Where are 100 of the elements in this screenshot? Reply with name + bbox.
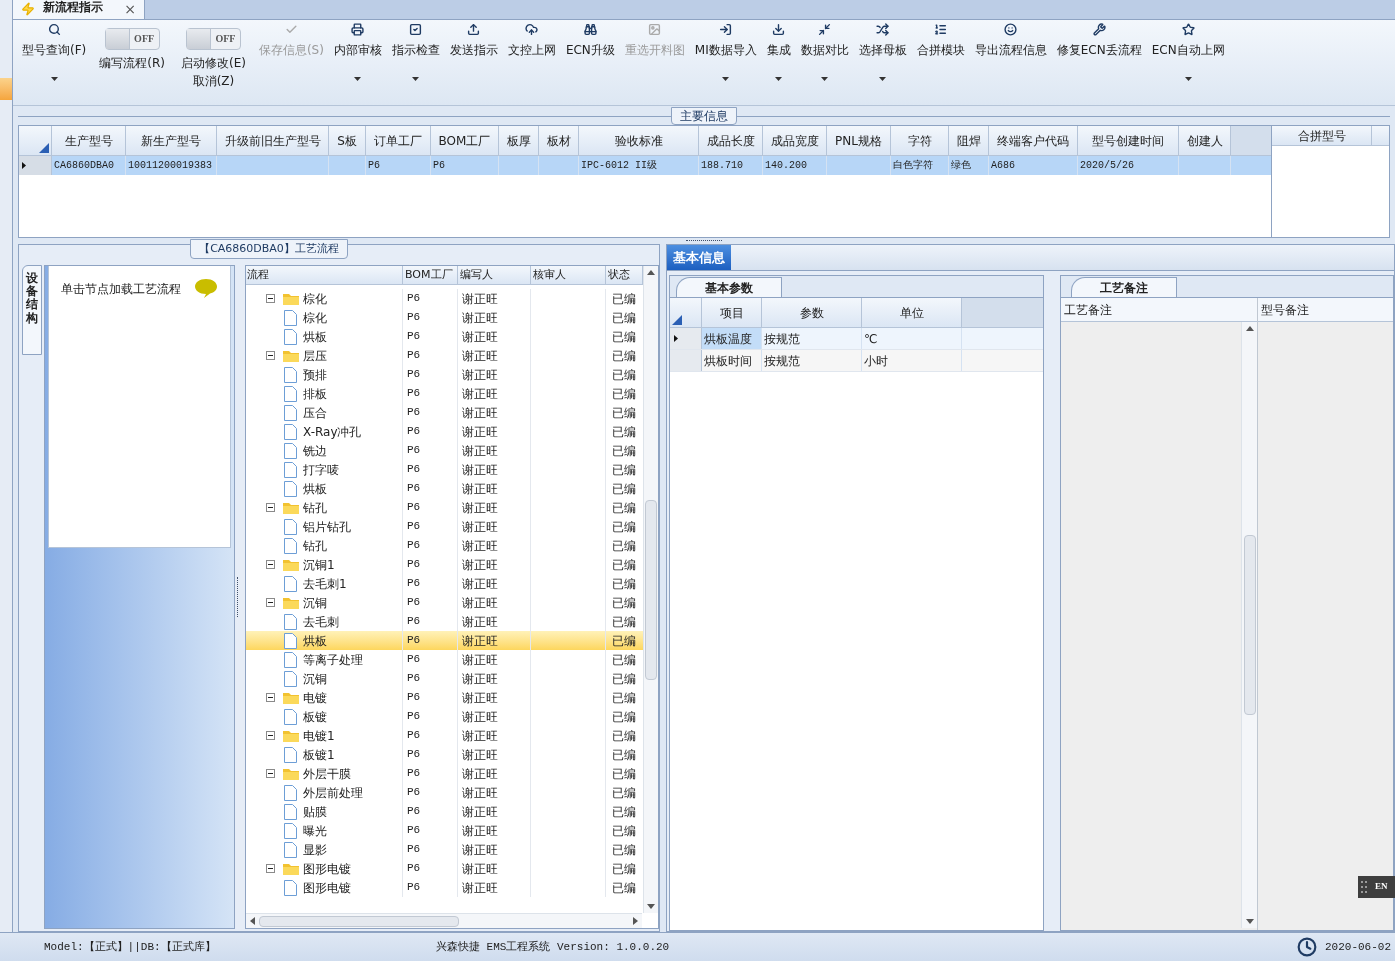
column-header[interactable]: 订单工厂 (366, 126, 431, 155)
list-icon (934, 23, 948, 36)
column-header[interactable]: BOM工厂 (431, 126, 499, 155)
corner-triangle-icon[interactable] (672, 315, 682, 325)
column-header[interactable]: 终端客户代码 (989, 126, 1078, 155)
scroll-thumb[interactable] (259, 915, 459, 927)
column-header[interactable]: 升级前旧生产型号 (217, 126, 329, 155)
scroll-right-icon[interactable] (633, 917, 638, 925)
scroll-up-icon[interactable] (647, 270, 655, 275)
column-header[interactable]: 参数 (762, 298, 862, 327)
corner-triangle-icon[interactable] (39, 143, 49, 153)
folder-icon (283, 501, 299, 514)
toggle-switch[interactable]: OFF (104, 28, 160, 50)
toolbar-button[interactable]: 选择母板 (853, 20, 912, 102)
document-icon (284, 442, 297, 459)
login-icon (719, 23, 733, 36)
column-header[interactable]: 工艺备注 (1061, 298, 1257, 322)
column-header[interactable]: 板材 (539, 126, 579, 155)
column-header[interactable]: 型号创建时间 (1078, 126, 1179, 155)
tree-node-label: 钻孔 (303, 499, 327, 517)
close-button[interactable]: × (124, 2, 136, 16)
toolbar-button[interactable]: 修复ECN丢流程 (1051, 20, 1147, 102)
table-cell-text: 谢正旺 (462, 632, 498, 650)
toggle-switch[interactable]: OFF (185, 28, 241, 50)
tab-title: 新流程指示 (43, 1, 103, 13)
toolbar-button[interactable]: MI数据导入 (689, 20, 762, 102)
scroll-up-icon[interactable] (1245, 326, 1254, 331)
document-tab[interactable]: 新流程指示 × (13, 0, 145, 19)
table-cell-text: P6 (407, 823, 421, 839)
table-cell-text: 已编 (612, 727, 636, 745)
table-row[interactable]: 烘板温度 按规范 ℃ (670, 328, 1043, 350)
toolbar-button[interactable]: 导出流程信息 (969, 20, 1052, 102)
tree-row[interactable]: 烘板 P6 谢正旺 已编 (246, 631, 643, 650)
toolbar-button[interactable]: 文控上网 (502, 20, 561, 102)
column-header[interactable]: 成品长度 (699, 126, 763, 155)
toolbar-button[interactable]: 发送指示 (444, 20, 503, 102)
column-header[interactable]: 流程 (246, 266, 403, 284)
column-header[interactable]: 型号备注 (1258, 298, 1393, 322)
scroll-thumb[interactable] (645, 499, 657, 680)
collapse-icon[interactable] (266, 560, 275, 569)
toolbar-button[interactable]: 集成 (761, 20, 796, 102)
toolbar-button[interactable]: 内部审核 (328, 20, 387, 102)
table-cell-text: CA6860DBA0 (54, 159, 114, 173)
horizontal-scrollbar[interactable] (246, 913, 642, 928)
column-header[interactable]: 板厚 (499, 126, 539, 155)
column-header[interactable]: 成品宽度 (763, 126, 827, 155)
table-cell-text: 2020/5/26 (1080, 159, 1134, 173)
table-row[interactable]: 烘板时间 按规范 小时 (670, 350, 1043, 372)
tree-node-label: 沉铜 (303, 670, 327, 688)
scroll-down-icon[interactable] (1245, 919, 1254, 924)
table-cell-text: 谢正旺 (462, 746, 498, 764)
column-header[interactable]: PNL规格 (827, 126, 891, 155)
tree-node-label: X-Ray冲孔 (303, 423, 362, 441)
table-cell-text: 已编 (612, 347, 636, 365)
collapse-icon[interactable] (266, 598, 275, 607)
folder-icon (283, 292, 299, 305)
collapse-icon[interactable] (266, 351, 275, 360)
toolbar-button[interactable]: 型号查询(F) (17, 20, 92, 102)
column-header[interactable]: BOM工厂 (403, 266, 458, 284)
notes-tab[interactable]: 工艺备注 (1071, 277, 1177, 297)
column-header[interactable]: 生产型号 (52, 126, 126, 155)
scroll-down-icon[interactable] (647, 904, 655, 909)
toolbar-button[interactable]: 指示检查 (386, 20, 445, 102)
vertical-scrollbar[interactable] (1241, 322, 1257, 928)
table-row[interactable]: CA6860DBA0 10011200019383 P6 P6 IPC-6012 II级 188.710 140.200 白色字符 绿色 A686 2020/5/26 (19, 156, 1271, 175)
table-cell-text: P6 (407, 348, 421, 364)
toolbar-button[interactable]: 数据对比 (795, 20, 854, 102)
scroll-left-icon[interactable] (250, 917, 255, 925)
info-tab[interactable]: 基本信息 (667, 245, 731, 270)
tree-node-label: 去毛刺 (303, 613, 339, 631)
collapse-icon[interactable] (266, 731, 275, 740)
column-header[interactable]: 字符 (891, 126, 949, 155)
search-icon (47, 23, 61, 36)
collapse-icon[interactable] (266, 769, 275, 778)
collapse-icon[interactable] (266, 693, 275, 702)
column-header[interactable]: S板 (329, 126, 366, 155)
status-date: 2020-06-02 (1325, 939, 1391, 955)
column-header[interactable]: 新生产型号 (126, 126, 217, 155)
column-header[interactable]: 阻焊 (949, 126, 989, 155)
collapse-icon[interactable] (266, 294, 275, 303)
wrench-icon (1092, 23, 1106, 36)
panel-title: 【CA6860DBA0】工艺流程 (190, 239, 348, 259)
column-header[interactable]: 验收标准 (579, 126, 699, 155)
column-header[interactable]: 核审人 (531, 266, 606, 284)
collapse-icon[interactable] (266, 864, 275, 873)
toolbar-button[interactable]: ECN自动上网 (1146, 20, 1230, 102)
column-header[interactable]: 编写人 (458, 266, 531, 284)
collapse-icon[interactable] (266, 503, 275, 512)
vertical-scrollbar[interactable] (643, 266, 658, 913)
table-cell-text: A686 (991, 159, 1015, 173)
ime-badge[interactable]: EN (1358, 876, 1395, 898)
printer-icon (351, 23, 365, 36)
vertical-tab[interactable]: 设备结构 (22, 265, 42, 355)
star-icon (1181, 23, 1195, 36)
table-cell-text: P6 (407, 405, 421, 421)
column-header[interactable]: 项目 (702, 298, 762, 327)
toolbar-button[interactable]: ECN升级 (560, 20, 620, 102)
params-tab[interactable]: 基本参数 (676, 277, 782, 297)
scroll-thumb[interactable] (1243, 535, 1256, 715)
toolbar-button[interactable]: 合拼模块 (911, 20, 970, 102)
